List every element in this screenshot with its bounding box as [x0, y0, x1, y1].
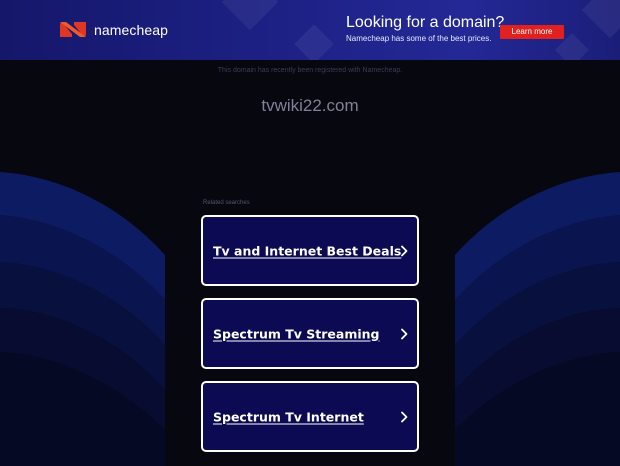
promo-subtitle: Namecheap has some of the best prices.	[346, 34, 492, 43]
related-searches-heading: Related searches	[203, 200, 250, 206]
banner-decoration	[221, 0, 279, 31]
banner-decoration	[294, 24, 334, 60]
chevron-right-icon	[401, 245, 408, 256]
related-link-label: Spectrum Tv Internet	[213, 409, 364, 424]
promo-title: Looking for a domain?	[346, 14, 505, 31]
related-link-label: Tv and Internet Best Deals	[213, 243, 402, 258]
chevron-right-icon	[401, 328, 408, 339]
banner-decoration	[581, 0, 620, 39]
registration-notice: This domain has recently been registered…	[217, 67, 403, 74]
namecheap-banner[interactable]: namecheap Looking for a domain? Namechea…	[0, 0, 620, 60]
chevron-right-icon	[401, 411, 408, 422]
learn-more-button[interactable]: Learn more	[500, 25, 564, 39]
related-link-spectrum-tv-streaming[interactable]: Spectrum Tv Streaming	[201, 298, 419, 369]
brand-name: namecheap	[94, 21, 169, 38]
related-link-tv-internet-deals[interactable]: Tv and Internet Best Deals	[201, 215, 419, 286]
related-link-label: Spectrum Tv Streaming	[213, 326, 380, 341]
related-link-spectrum-tv-internet[interactable]: Spectrum Tv Internet	[201, 381, 419, 452]
namecheap-logo-icon	[60, 22, 86, 37]
domain-name: tvwiki22.com	[261, 96, 359, 115]
namecheap-logo[interactable]: namecheap	[58, 20, 168, 39]
